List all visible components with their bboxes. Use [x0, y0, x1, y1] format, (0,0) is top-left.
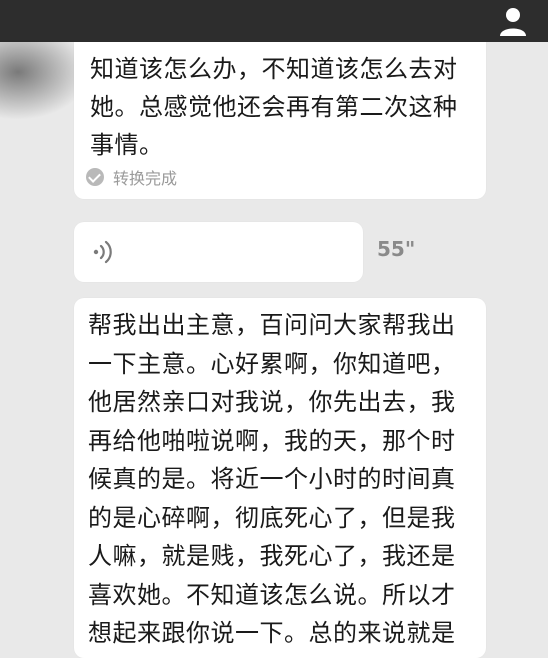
message-text: 帮我出出主意，百问问大家帮我出 一下主意。心好累啊，你知道吧， 他居然亲口对我说… [88, 306, 476, 653]
chat-header-bar [0, 0, 548, 42]
message-line: 再给他啪啦说啊，我的天，那个时 [88, 426, 456, 455]
transcribed-message-bubble[interactable]: 帮我出出主意，百问问大家帮我出 一下主意。心好累啊，你知道吧， 他居然亲口对我说… [74, 298, 486, 658]
profile-icon[interactable] [496, 4, 530, 38]
message-line: 的是心碎啊，彻底死心了，但是我 [88, 503, 456, 532]
message-line: 他居然亲口对我说，你先出去，我 [88, 388, 456, 416]
voice-wave-icon [93, 240, 112, 264]
message-line: 知道该怎么办，不知道该怎么去对 [90, 55, 458, 83]
message-line: 喜欢她。不知道该怎么说。所以才 [88, 580, 456, 609]
message-line: 一下主意。心好累啊，你知道吧， [88, 349, 456, 378]
transcribed-message-bubble[interactable]: 知道该怎么办，不知道该怎么去对 她。总感觉他还会再有第二次这种 事情。 转换完成 [74, 42, 486, 199]
message-line: 想起来跟你说一下。总的来说就是 [88, 619, 456, 647]
status-label: 转换完成 [113, 169, 178, 188]
conversion-status: 转换完成 [86, 166, 177, 188]
voice-message-bubble[interactable] [74, 222, 363, 282]
message-line: 事情。 [90, 131, 164, 159]
message-text: 知道该怎么办，不知道该怎么去对 她。总感觉他还会再有第二次这种 事情。 [90, 50, 475, 164]
message-line: 候真的是。将近一个小时的时间真 [88, 465, 456, 493]
message-line: 帮我出出主意，百问问大家帮我出 [88, 311, 456, 339]
message-line: 人嘛，就是贱，我死心了，我还是 [88, 542, 456, 570]
message-line: 她。总感觉他还会再有第二次这种 [90, 93, 458, 121]
check-icon [86, 168, 104, 186]
voice-duration: 55" [377, 237, 416, 261]
